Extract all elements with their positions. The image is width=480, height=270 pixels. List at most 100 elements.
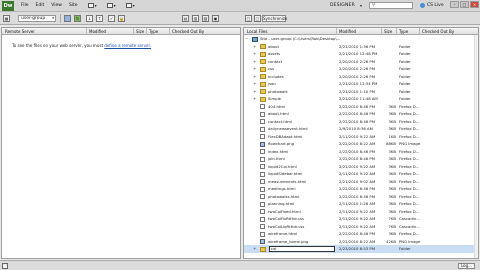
connect-icon[interactable] <box>64 15 71 22</box>
file-row[interactable]: wireframe.html 2/22/2010 8:46 PM 3KB Firefo… <box>244 230 478 238</box>
chevron-down-icon: ▾ <box>132 3 135 8</box>
folder-row[interactable]: + assets 2/21/2010 12:48 PM Folder <box>244 50 478 58</box>
col-modified[interactable]: Modified <box>339 29 356 34</box>
file-type: Firefox D... <box>399 208 420 214</box>
file-row[interactable]: contact.html 2/22/2010 8:46 PM 3KB Firefox … <box>244 118 478 126</box>
folder-row[interactable]: + about 2/21/2010 1:36 PM Folder <box>244 43 478 51</box>
file-icon <box>260 231 265 237</box>
file-row[interactable]: twoColFixRtHdr.css 2/11/2010 9:22 AM 7KB Ca… <box>244 215 478 223</box>
file-row[interactable]: twoColLiqRtHdr.css 2/11/2010 9:22 AM 7KB Ca… <box>244 223 478 231</box>
synchronize-button[interactable]: Synchronize <box>262 15 287 22</box>
col-checked-out-by[interactable]: Checked Out By <box>172 29 204 34</box>
folder-row[interactable]: + includes 2/20/2010 2:26 PM Folder <box>244 73 478 81</box>
file-modified: 2/22/2010 8:46 PM <box>339 156 375 161</box>
expand-icon[interactable]: + <box>253 74 256 79</box>
menu-edit[interactable]: Edit <box>36 3 45 8</box>
folder-row[interactable]: + photowalk 2/21/2010 1:10 PM Folder <box>244 88 478 96</box>
expand-icon[interactable]: + <box>253 44 256 49</box>
file-type: Firefox D... <box>399 163 420 169</box>
col-type[interactable]: Type <box>149 29 158 34</box>
file-size: 3KB <box>388 126 396 131</box>
maximize-button[interactable]: □ <box>460 1 469 8</box>
menu-file[interactable]: File <box>21 3 29 8</box>
file-row[interactable]: liquid2Col.html 2/21/2010 9:22 AM 3KB Firef… <box>244 163 478 171</box>
collapse-icon[interactable]: − <box>245 36 248 41</box>
file-row[interactable]: FlexDBAdapt.html 2/11/2010 9:22 AM 1KB Fire… <box>244 133 478 141</box>
check-in-icon[interactable]: 🔒 <box>118 15 125 22</box>
folder-row[interactable]: + Simple 2/21/2010 11:48 AM Folder <box>244 95 478 103</box>
file-row[interactable]: index.html 2/22/2010 8:46 PM 3KB Firefox D.… <box>244 148 478 156</box>
column-divider <box>381 28 382 35</box>
file-row[interactable]: liquidSidebar.html 2/11/2010 9:22 AM 3KB Fi… <box>244 170 478 178</box>
minimize-button[interactable]: – <box>450 1 459 8</box>
menu-site[interactable]: Site <box>69 3 78 8</box>
app-logo: Dw <box>2 0 14 11</box>
help-search-input[interactable]: ⚲ <box>369 2 413 9</box>
site-root-row[interactable]: − Site - user-group (C:\Users\Rob\Desktop… <box>244 35 478 43</box>
col-type[interactable]: Type <box>399 29 408 34</box>
define-remote-server-link[interactable]: define a remote server. <box>104 43 151 48</box>
file-row[interactable]: dailynewsevent.html 2/9/2010 8:36 AM 3KB Fi… <box>244 125 478 133</box>
expand-icon[interactable]: + <box>253 96 256 101</box>
log-button[interactable]: Log... <box>458 263 475 269</box>
file-row[interactable]: measurements.html 2/21/2010 9:02 AM 3KB Fir… <box>244 178 478 186</box>
file-row[interactable]: wireframe_home.png 2/22/2010 8:22 AM 42KB P… <box>244 238 478 246</box>
check-out-icon[interactable]: ✓ <box>108 15 115 22</box>
file-row[interactable]: about.html 2/22/2010 8:46 PM 3KB Firefox D.… <box>244 110 478 118</box>
expand-icon[interactable]: + <box>253 66 256 71</box>
col-size[interactable]: Size <box>384 29 392 34</box>
col-modified[interactable]: Modified <box>89 29 106 34</box>
remote-view-icon[interactable]: ▢ <box>245 15 252 22</box>
col-remote-server[interactable]: Remote Server <box>5 29 35 34</box>
files-panel-icon[interactable]: ▦ <box>3 15 10 22</box>
file-modified: 2/22/2010 8:46 PM <box>339 231 375 236</box>
expand-icon[interactable]: + <box>253 59 256 64</box>
file-type: Firefox D... <box>399 111 420 116</box>
folder-icon <box>260 81 266 87</box>
expand-icon[interactable]: + <box>253 81 256 86</box>
col-size[interactable]: Size <box>136 29 144 34</box>
folder-row[interactable]: + json 2/21/2010 12:34 PM Folder <box>244 80 478 88</box>
expand-icon[interactable]: + <box>253 51 256 56</box>
col-local-files[interactable]: Local Files <box>247 29 267 34</box>
menu-view[interactable]: View <box>51 3 62 8</box>
expand-icon[interactable]: + <box>253 89 256 94</box>
expand-collapse-icon[interactable]: ▣ <box>212 15 219 22</box>
put-files-icon[interactable]: ↑ <box>96 15 103 22</box>
get-files-icon[interactable]: ↓ <box>86 15 93 22</box>
file-row[interactable]: twoColFixed.html 2/11/2010 9:22 AM 3KB Fire… <box>244 208 478 216</box>
site-select[interactable]: user-group ▾ <box>18 15 56 22</box>
folder-row[interactable]: + contact 2/20/2010 2:26 PM Folder <box>244 58 478 66</box>
expand-icon[interactable]: + <box>253 246 256 251</box>
file-size: 3KB <box>388 156 396 161</box>
file-modified: 2/22/2010 8:46 PM <box>339 193 375 199</box>
folder-row[interactable]: + cal 2/23/2010 8:53 PM Folder <box>244 245 478 253</box>
file-icon <box>260 224 265 229</box>
cs-live-button[interactable]: CS Live <box>420 3 444 8</box>
folder-row[interactable]: + css 2/20/2010 2:26 PM Folder <box>244 65 478 73</box>
repository-icon[interactable]: ▧ <box>202 15 209 22</box>
site-files-view-icon[interactable]: ▤ <box>182 15 189 22</box>
refresh-icon[interactable]: ↻ <box>74 15 81 22</box>
file-row[interactable]: 404.html 2/22/2010 8:46 PM 3KB Firefox D... <box>244 103 478 111</box>
extend-menu-button[interactable]: ▾ <box>106 3 116 8</box>
file-row[interactable]: join.html 2/22/2010 8:46 PM 3KB Firefox D..… <box>244 155 478 163</box>
col-checked-out-by[interactable]: Checked Out By <box>422 29 454 34</box>
file-modified: 2/21/2010 11:48 AM <box>339 96 378 101</box>
file-row[interactable]: meetings.html 2/22/2010 8:46 PM 3KB Firefox… <box>244 185 478 193</box>
site-manage-button[interactable]: ▾ <box>125 3 135 8</box>
file-row[interactable]: flowchart.png 2/22/2010 8:22 AM 88KB PNG Im… <box>244 140 478 148</box>
close-button[interactable]: × <box>470 1 479 8</box>
file-modified: 2/21/2010 12:48 PM <box>339 51 378 56</box>
file-modified: 2/22/2010 8:22 AM <box>339 238 376 244</box>
file-row[interactable]: photowalks.html 2/22/2010 8:46 PM 3KB Firef… <box>244 193 478 201</box>
testing-server-icon[interactable]: ▥ <box>192 15 199 22</box>
layout-menu-button[interactable]: ▾ <box>87 3 97 8</box>
file-name: wireframe_home.png <box>268 238 309 244</box>
workspace-switcher[interactable]: DESIGNER <box>330 3 355 8</box>
file-row[interactable]: planning.html 2/11/2010 1:26 AM 3KB Firefox… <box>244 200 478 208</box>
chevron-down-icon[interactable]: ▾ <box>360 3 362 8</box>
vertical-scrollbar[interactable] <box>474 35 478 258</box>
rename-input[interactable]: cal <box>269 245 335 252</box>
local-view-icon[interactable]: ▢ <box>254 15 261 22</box>
